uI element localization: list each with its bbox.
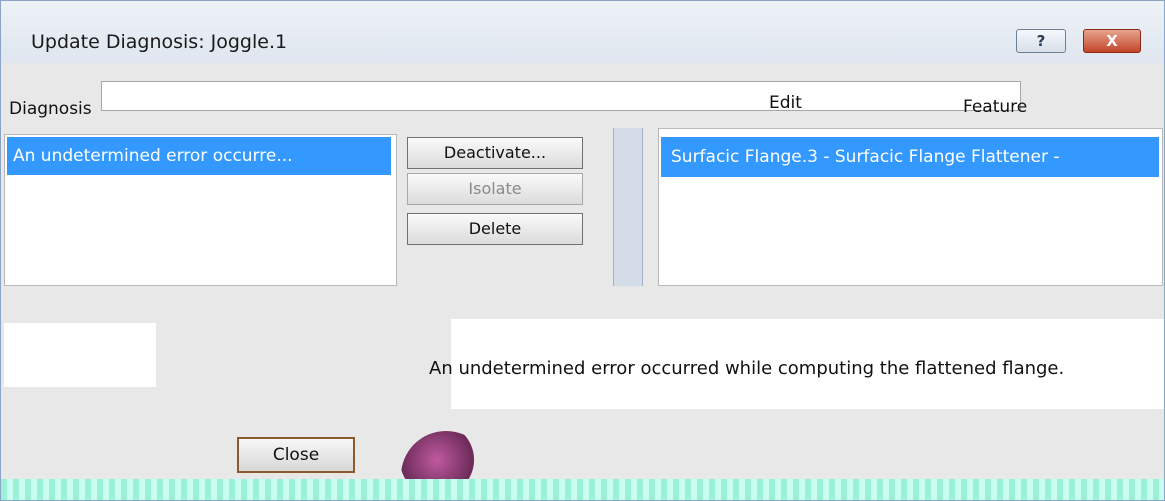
diagnosis-list[interactable]: An undetermined error occurre...: [4, 134, 397, 286]
column-headers: Diagnosis Edit Feature: [1, 63, 1164, 127]
footer-band: [1, 479, 1164, 500]
column-header-feature[interactable]: Feature: [963, 97, 1027, 117]
deactivate-button[interactable]: Deactivate...: [407, 137, 583, 169]
column-header-diagnosis[interactable]: Diagnosis: [9, 99, 92, 119]
window-title: Update Diagnosis: Joggle.1: [31, 31, 288, 53]
error-message: An undetermined error occurred while com…: [429, 358, 1065, 379]
isolate-button[interactable]: Isolate: [407, 173, 583, 205]
help-button[interactable]: ?: [1016, 29, 1066, 53]
feature-list-item-selected[interactable]: Surfacic Flange.3 - Surfacic Flange Flat…: [661, 137, 1159, 177]
title-bar: Update Diagnosis: Joggle.1 ? X: [1, 1, 1164, 63]
feature-list[interactable]: Surfacic Flange.3 - Surfacic Flange Flat…: [658, 128, 1163, 286]
bottom-left-panel: [4, 323, 156, 387]
diagnosis-list-item-selected[interactable]: An undetermined error occurre...: [7, 137, 391, 175]
splitter-bar[interactable]: [613, 128, 643, 286]
header-strip: [101, 81, 1021, 111]
error-illustration-icon: [401, 431, 491, 479]
update-diagnosis-dialog: Update Diagnosis: Joggle.1 ? X Diagnosis…: [0, 0, 1165, 501]
window-close-button[interactable]: X: [1083, 29, 1141, 53]
column-header-edit[interactable]: Edit: [769, 93, 802, 113]
delete-button[interactable]: Delete: [407, 213, 583, 245]
close-button[interactable]: Close: [237, 437, 355, 473]
